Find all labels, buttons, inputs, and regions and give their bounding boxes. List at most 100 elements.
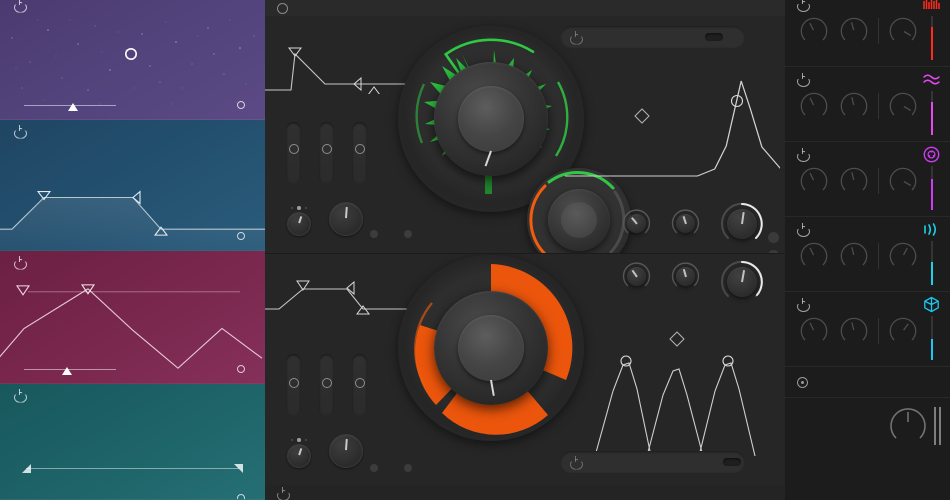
parallels-meters[interactable] — [934, 407, 941, 445]
knob-face[interactable] — [287, 212, 311, 236]
shaper-two-mode-lpg[interactable] — [687, 458, 705, 466]
shaper-two-freq-knob[interactable] — [719, 257, 765, 305]
slider-handle[interactable] — [288, 144, 299, 154]
knob-widget[interactable] — [888, 16, 918, 46]
knob-widget[interactable] — [719, 259, 765, 305]
fx-distortion-meter[interactable] — [925, 16, 939, 60]
knob-widget[interactable] — [888, 91, 918, 121]
fx-chorus-speed-knob[interactable] — [794, 91, 834, 124]
knob-widget[interactable] — [839, 166, 869, 196]
mod-d-trig-toggle[interactable] — [237, 494, 251, 499]
radio-icon[interactable] — [237, 365, 245, 373]
voice-two-oneshot-toggle[interactable] — [370, 464, 384, 472]
knob-widget[interactable] — [799, 316, 829, 346]
fx-distortion-amount-knob[interactable] — [794, 16, 834, 49]
power-icon[interactable] — [277, 487, 288, 497]
fx-chorus-width-knob[interactable] — [834, 91, 874, 124]
fx-delay-time-knob[interactable] — [794, 241, 834, 274]
radio-icon[interactable] — [237, 101, 245, 109]
sequencer-range[interactable] — [22, 463, 243, 475]
fx-chorus-mix-knob[interactable] — [883, 91, 923, 124]
voice-two-decay-slider[interactable] — [319, 354, 334, 416]
radio-icon[interactable] — [237, 494, 245, 499]
fx-flanger-speed-knob[interactable] — [794, 166, 834, 199]
slider-handle[interactable] — [321, 378, 332, 388]
slider-handle[interactable] — [354, 378, 365, 388]
fx-reverb-time-knob[interactable] — [794, 316, 834, 349]
fx-reverb-tone-knob[interactable] — [834, 316, 874, 349]
voice-one-attack-slider[interactable] — [286, 122, 301, 184]
range-end-handle[interactable] — [234, 464, 243, 473]
voice-two-main-knob[interactable] — [398, 255, 584, 441]
fx-delay-feedback-knob[interactable] — [834, 241, 874, 274]
knob-widget[interactable] — [888, 316, 918, 346]
fx-chorus-meter[interactable] — [925, 91, 939, 135]
knob-face[interactable] — [329, 202, 363, 236]
voice-one-amount-slider[interactable] — [352, 122, 367, 184]
mod-a-storm-toggle[interactable] — [237, 101, 251, 109]
voice-two-pitch-knob[interactable] — [329, 431, 363, 472]
knob-widget[interactable] — [799, 166, 829, 196]
knob-widget[interactable] — [839, 91, 869, 121]
knob-widget[interactable] — [839, 16, 869, 46]
sequencer-bars[interactable] — [22, 414, 243, 456]
shaper-one-res-knob[interactable] — [670, 208, 701, 243]
knob-widget[interactable] — [888, 166, 918, 196]
shaper-one-mode-lpg[interactable] — [687, 33, 705, 41]
fx-velocity[interactable] — [785, 367, 950, 398]
voice-two-vibrato-toggle[interactable] — [404, 464, 418, 472]
shaper-one-mode-svf[interactable] — [705, 33, 723, 41]
voice-one-vibrato-toggle[interactable] — [404, 230, 418, 238]
mod-c-shape-slider[interactable] — [24, 363, 116, 375]
mod-b-decay-toggle[interactable] — [237, 232, 251, 240]
side-button-s[interactable] — [768, 232, 779, 243]
knob-widget[interactable] — [839, 316, 869, 346]
shaper-two-tilt-knob[interactable] — [621, 257, 652, 292]
shaper-one-response-display[interactable] — [565, 61, 780, 191]
shaper-two-mode-svf[interactable] — [705, 458, 723, 466]
shaper-one-mode-res[interactable] — [723, 33, 741, 41]
mod-a-wave-slider[interactable] — [24, 99, 116, 111]
knob-face[interactable] — [329, 434, 363, 468]
knob-widget[interactable] — [670, 208, 701, 239]
voice-one-decay-slider[interactable] — [319, 122, 334, 184]
mod-c-sync-toggle[interactable] — [237, 365, 251, 373]
radio-icon[interactable] — [237, 232, 245, 240]
power-icon[interactable] — [797, 0, 808, 9]
fx-delay-mix-knob[interactable] — [883, 241, 923, 274]
knob-widget[interactable] — [621, 261, 652, 292]
power-icon[interactable] — [14, 388, 25, 401]
shaper-one-freq-knob[interactable] — [719, 202, 765, 251]
shaper-two-mode-res[interactable] — [723, 458, 741, 466]
knob-widget[interactable] — [799, 91, 829, 121]
fx-reverb-mix-knob[interactable] — [883, 316, 923, 349]
voice-two-attack-slider[interactable] — [286, 354, 301, 416]
velocity-icon[interactable] — [797, 376, 808, 388]
knob-face[interactable] — [287, 444, 311, 468]
voice-one-octave-knob[interactable] — [287, 206, 311, 240]
power-icon[interactable] — [570, 30, 581, 43]
knob-widget[interactable] — [621, 208, 652, 239]
power-icon[interactable] — [14, 0, 25, 11]
voice-one-oneshot-toggle[interactable] — [370, 230, 384, 238]
knob-widget[interactable] — [799, 16, 829, 46]
shaper-two-spread-knob[interactable] — [670, 257, 701, 292]
knob-widget[interactable] — [839, 241, 869, 271]
power-icon[interactable] — [797, 73, 808, 84]
fx-reverb-meter[interactable] — [925, 316, 939, 360]
power-icon[interactable] — [797, 223, 808, 234]
fx-flanger-feedback-knob[interactable] — [834, 166, 874, 199]
range-start-handle[interactable] — [22, 464, 31, 473]
knob-widget[interactable] — [799, 241, 829, 271]
slider-handle[interactable] — [288, 378, 299, 388]
knob-widget[interactable] — [670, 261, 701, 292]
power-icon[interactable] — [797, 298, 808, 309]
fx-distortion-mix-knob[interactable] — [883, 16, 923, 49]
fx-distortion-tone-knob[interactable] — [834, 16, 874, 49]
voice-two-amount-slider[interactable] — [352, 354, 367, 416]
preset-power-icon[interactable] — [277, 2, 288, 14]
slider-handle[interactable] — [321, 144, 332, 154]
fx-delay-meter[interactable] — [925, 241, 939, 285]
power-icon[interactable] — [14, 124, 25, 137]
shaper-one-type-knob[interactable] — [621, 208, 652, 243]
